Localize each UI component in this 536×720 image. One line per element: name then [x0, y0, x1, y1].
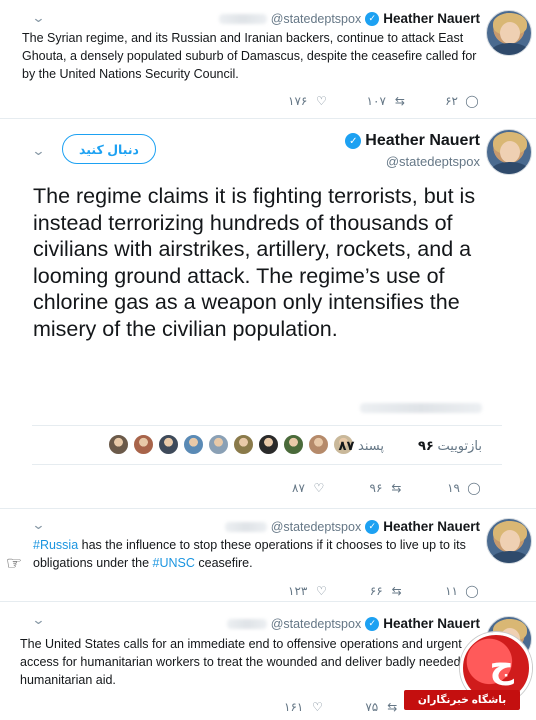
tweet-text: The Syrian regime, and its Russian and I…	[22, 31, 477, 81]
tweet-text: The United States calls for an immediate…	[20, 637, 462, 687]
like-button[interactable]: ۱۷۶ ♡	[288, 94, 329, 108]
retweets-stat[interactable]: بازتوییت ۹۶	[418, 438, 482, 454]
retweet-icon: ⇆	[391, 481, 402, 495]
liker-avatars	[108, 434, 354, 455]
retweet-count: ۹۶	[369, 481, 383, 495]
author-name[interactable]: Heather Nauert	[365, 132, 480, 150]
liker-avatar[interactable]	[233, 434, 254, 455]
logo-glyph: ج	[489, 647, 514, 685]
follow-button[interactable]: دنبال کنید	[62, 134, 156, 164]
tweet-header: @statedeptspox ✓ Heather Nauert	[226, 616, 480, 631]
like-button[interactable]: ۱۶۱ ♡	[284, 700, 325, 714]
verified-icon: ✓	[365, 616, 380, 631]
avatar[interactable]	[486, 129, 532, 175]
tweet-actions: ۱۲۳ ♡ ۶۶ ⇆ ۱۱ ◯	[288, 584, 480, 598]
avatar[interactable]	[486, 10, 532, 56]
tweet-text-segment: ceasefire.	[194, 556, 253, 570]
reply-button[interactable]: ۱۱ ◯	[445, 584, 480, 598]
liker-avatar[interactable]	[208, 434, 229, 455]
retweet-icon: ⇆	[394, 94, 405, 108]
verified-icon: ✓	[365, 519, 380, 534]
reply-count: ۶۲	[445, 94, 458, 108]
reply-icon: ◯	[467, 481, 481, 495]
chevron-down-icon[interactable]: ⌄	[31, 143, 45, 159]
like-count: ۸۷	[292, 481, 305, 495]
verified-icon: ✓	[365, 11, 380, 26]
like-icon: ♡	[315, 94, 327, 108]
retweet-button[interactable]: ۱۰۷ ⇆	[367, 94, 408, 108]
tweet-header: @statedeptspox ✓ Heather Nauert	[218, 11, 480, 26]
reply-icon: ◯	[465, 94, 479, 108]
tweet-actions: ۸۷ ♡ ۹۶ ⇆ ۱۹ ◯	[292, 481, 482, 495]
reply-count: ۱۱	[445, 584, 458, 598]
tweet-stats: ۸۷ پسند بازتوییت ۹۶	[32, 425, 502, 465]
author-name[interactable]: Heather Nauert	[383, 519, 480, 534]
like-icon: ♡	[313, 481, 325, 495]
tweet-text: The regime claims it is fighting terrori…	[33, 184, 476, 341]
watermark-logo: ج باشگاه خبرنگاران	[404, 632, 536, 720]
chevron-down-icon[interactable]: ⌄	[31, 517, 45, 533]
chevron-down-icon[interactable]: ⌄	[31, 10, 45, 26]
reply-icon: ◯	[465, 584, 479, 598]
author-name[interactable]: Heather Nauert	[383, 11, 480, 26]
tweet-3[interactable]: ⌄ @statedeptspox ✓ Heather Nauert #Russi…	[0, 509, 536, 601]
reply-button[interactable]: ۶۲ ◯	[445, 94, 480, 108]
reply-count: ۱۹	[447, 481, 460, 495]
liker-avatar[interactable]	[183, 434, 204, 455]
liker-avatar[interactable]	[258, 434, 279, 455]
retweet-count: ۶۶	[369, 584, 383, 598]
like-count: ۱۷۶	[288, 94, 308, 108]
tweet-actions: ۱۷۶ ♡ ۱۰۷ ⇆ ۶۲ ◯	[288, 94, 480, 108]
liker-avatar[interactable]	[133, 434, 154, 455]
tweet-text: #Russia has the influence to stop these …	[33, 536, 485, 572]
retweet-button[interactable]: ۹۶ ⇆	[370, 481, 405, 495]
author-handle[interactable]: @statedeptspox	[271, 12, 362, 26]
retweet-button[interactable]: ۶۶ ⇆	[370, 584, 405, 598]
retweet-count: ۷۵	[365, 700, 379, 714]
tweet-date	[224, 521, 267, 532]
retweet-label: بازتوییت	[437, 438, 483, 453]
liker-avatar[interactable]	[308, 434, 329, 455]
liker-avatar[interactable]	[108, 434, 129, 455]
tweet-1[interactable]: ⌄ @statedeptspox ✓ Heather Nauert The Sy…	[0, 0, 536, 120]
author-handle[interactable]: @statedeptspox	[386, 154, 480, 169]
chevron-down-icon[interactable]: ⌄	[31, 612, 45, 628]
avatar[interactable]	[486, 518, 532, 564]
liker-avatar[interactable]	[283, 434, 304, 455]
tweet-date	[218, 13, 267, 24]
likes-stat[interactable]: ۸۷ پسند	[339, 438, 384, 454]
like-button[interactable]: ۱۲۳ ♡	[288, 584, 329, 598]
tweet-header: @statedeptspox ✓ Heather Nauert	[224, 519, 480, 534]
liker-avatar[interactable]	[158, 434, 179, 455]
retweet-count: ۱۰۷	[366, 94, 386, 108]
hand-cursor-icon: ☞	[6, 553, 23, 573]
hashtag-link[interactable]: #UNSC	[153, 556, 195, 570]
like-icon: ♡	[311, 700, 323, 714]
retweet-button[interactable]: ۷۵ ⇆	[365, 700, 400, 714]
author-handle[interactable]: @statedeptspox	[271, 617, 362, 631]
like-count: ۱۶۱	[284, 700, 304, 714]
retweet-total: ۹۶	[418, 438, 434, 453]
like-label: پسند	[358, 438, 384, 453]
tweet-date	[360, 403, 482, 413]
retweet-icon: ⇆	[391, 584, 402, 598]
tweet-date	[226, 618, 267, 629]
author-handle[interactable]: @statedeptspox	[271, 520, 362, 534]
retweet-icon: ⇆	[387, 700, 398, 714]
watermark-text: باشگاه خبرنگاران	[404, 690, 520, 710]
like-total: ۸۷	[338, 438, 355, 453]
verified-icon: ✓	[345, 133, 362, 149]
like-count: ۱۲۳	[288, 584, 308, 598]
like-icon: ♡	[315, 584, 327, 598]
like-button[interactable]: ۸۷ ♡	[292, 481, 327, 495]
tweet-actions: ۱۶۱ ♡ ۷۵ ⇆	[284, 700, 404, 714]
hashtag-link[interactable]: #Russia	[33, 538, 78, 552]
tweet-header: ✓ Heather Nauert	[345, 132, 480, 150]
author-name[interactable]: Heather Nauert	[383, 616, 480, 631]
reply-button[interactable]: ۱۹ ◯	[447, 481, 482, 495]
